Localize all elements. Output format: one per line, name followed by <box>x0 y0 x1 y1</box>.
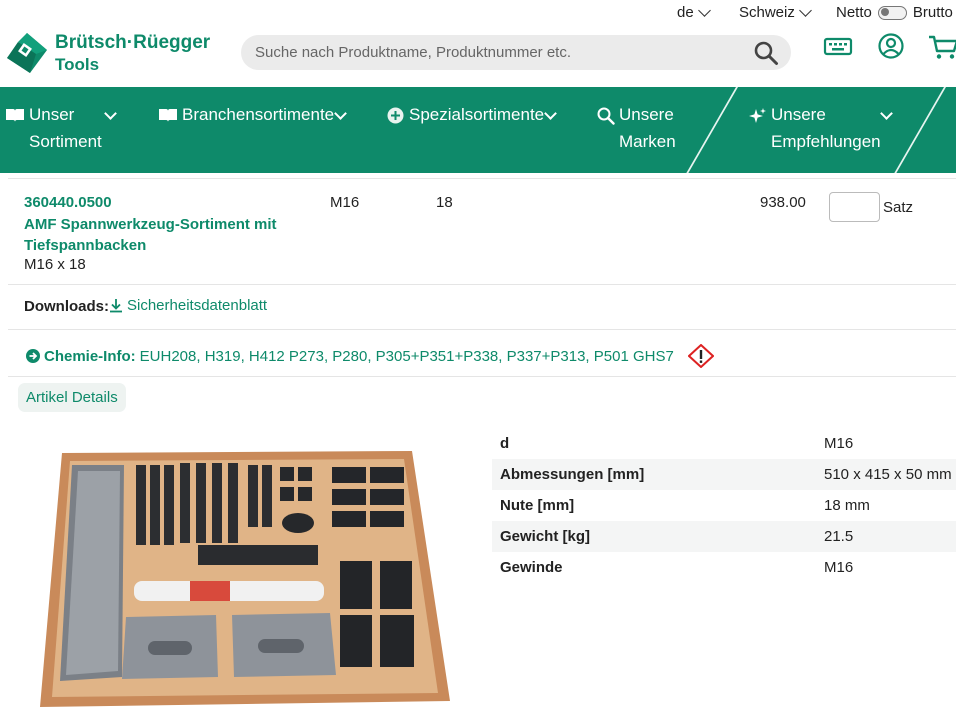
toggle-switch[interactable] <box>877 5 907 20</box>
spec-key: Abmessungen [mm] <box>500 466 645 483</box>
main-navigation: Unser Sortiment Branchensortimente Spezi… <box>0 87 956 173</box>
book-icon <box>6 109 24 122</box>
brutto-label: Brutto <box>912 4 953 21</box>
nav-label: Unser <box>29 105 75 124</box>
spec-value: 510 x 415 x 50 mm <box>824 466 952 483</box>
chevron-down-icon[interactable] <box>544 107 557 120</box>
language-label: de <box>677 4 694 21</box>
sparkle-icon <box>749 108 766 123</box>
slot-value: 18 <box>436 194 453 211</box>
chemie-info[interactable]: Chemie-Info: EUH208, H319, H412 P273, P2… <box>26 344 714 368</box>
language-select[interactable]: de <box>677 3 711 21</box>
downloads-row: Downloads: Sicherheitsdatenblatt <box>8 285 956 330</box>
nav-divider <box>894 87 946 173</box>
keyboard-icon[interactable] <box>823 33 853 61</box>
plus-circle-icon <box>387 107 404 124</box>
nav-label: Marken <box>619 132 676 151</box>
chevron-down-icon[interactable] <box>880 107 893 120</box>
nav-divider <box>686 87 738 173</box>
nav-item-spezialsortimente[interactable]: Spezialsortimente <box>409 101 544 128</box>
chevron-down-icon <box>798 3 812 17</box>
safety-datasheet-link[interactable]: Sicherheitsdatenblatt <box>109 297 267 314</box>
spec-table: d M16 Abmessungen [mm] 510 x 415 x 50 mm… <box>492 428 956 583</box>
spec-key: d <box>500 435 510 452</box>
download-icon <box>110 299 122 313</box>
thread-value: M16 <box>330 194 360 211</box>
nav-label: Empfehlungen <box>771 132 881 151</box>
ghs-hazard-icon <box>687 344 714 368</box>
product-row: 360440.0500 AMF Spannwerkzeug-Sortiment … <box>8 178 956 285</box>
nav-label: Unsere <box>771 105 826 124</box>
account-icon[interactable] <box>876 33 906 61</box>
brand-name: Brütsch·Rüegger <box>55 32 211 53</box>
cart-icon[interactable] <box>928 33 956 61</box>
spec-value: 18 mm <box>824 497 870 514</box>
chemie-info-text: EUH208, H319, H412 P273, P280, P305+P351… <box>139 347 674 365</box>
netto-label: Netto <box>836 4 872 21</box>
nav-label: Spezialsortimente <box>409 105 545 124</box>
spec-value: 21.5 <box>824 528 854 545</box>
price-mode-toggle[interactable]: Netto Brutto <box>836 4 953 21</box>
quantity-input[interactable] <box>829 192 880 222</box>
search-icon[interactable] <box>753 40 779 66</box>
book-icon <box>159 109 177 122</box>
spec-row: Abmessungen [mm] 510 x 415 x 50 mm <box>492 459 956 490</box>
nav-label: Sortiment <box>29 132 102 151</box>
logo-mark-icon <box>7 33 47 73</box>
spec-key: Nute [mm] <box>500 497 575 514</box>
utility-bar: de Schweiz Netto Brutto <box>0 0 956 26</box>
product-name-link[interactable]: AMF Spannwerkzeug-Sortiment mit Tiefspan… <box>24 214 294 256</box>
search-icon <box>597 107 615 125</box>
unit-label: Satz <box>883 199 914 216</box>
spec-row: Gewinde M16 <box>492 552 956 583</box>
search-input[interactable] <box>241 35 741 70</box>
country-label: Schweiz <box>739 4 795 21</box>
chevron-down-icon[interactable] <box>104 107 117 120</box>
product-number-link[interactable]: 360440.0500 <box>24 194 112 211</box>
spec-row: d M16 <box>492 428 956 459</box>
nav-item-unsere-marken[interactable]: Unsere Marken <box>619 101 676 155</box>
arrow-right-circle-icon <box>26 349 40 363</box>
brand-logo[interactable]: Brütsch·Rüegger Tools <box>6 30 216 80</box>
spec-key: Gewicht [kg] <box>500 528 591 545</box>
nav-label: Unsere <box>619 105 674 124</box>
product-image <box>40 451 450 707</box>
spec-row: Nute [mm] 18 mm <box>492 490 956 521</box>
spec-value: M16 <box>824 559 854 576</box>
nav-item-unser-sortiment[interactable]: Unser Sortiment <box>29 101 102 155</box>
spec-row: Gewicht [kg] 21.5 <box>492 521 956 552</box>
downloads-label: Downloads: <box>24 298 109 315</box>
chevron-down-icon <box>697 3 711 17</box>
nav-label: Branchensortimente <box>182 105 335 124</box>
spec-value: M16 <box>824 435 854 452</box>
nav-item-unsere-empfehlungen[interactable]: Unsere Empfehlungen <box>771 101 881 155</box>
product-subtitle: M16 x 18 <box>24 256 86 273</box>
country-select[interactable]: Schweiz <box>739 3 812 21</box>
search-bar <box>241 35 791 70</box>
nav-item-branchensortimente[interactable]: Branchensortimente <box>182 101 334 128</box>
chemie-info-row: Chemie-Info: EUH208, H319, H412 P273, P2… <box>8 330 956 377</box>
price-value: 938.00 <box>760 194 806 211</box>
spec-key: Gewinde <box>500 559 563 576</box>
chevron-down-icon[interactable] <box>334 107 347 120</box>
tab-artikel-details[interactable]: Artikel Details <box>18 383 126 412</box>
brand-subname: Tools <box>55 55 100 74</box>
safety-datasheet-label: Sicherheitsdatenblatt <box>127 297 268 314</box>
chemie-info-label: Chemie-Info: <box>44 347 136 365</box>
